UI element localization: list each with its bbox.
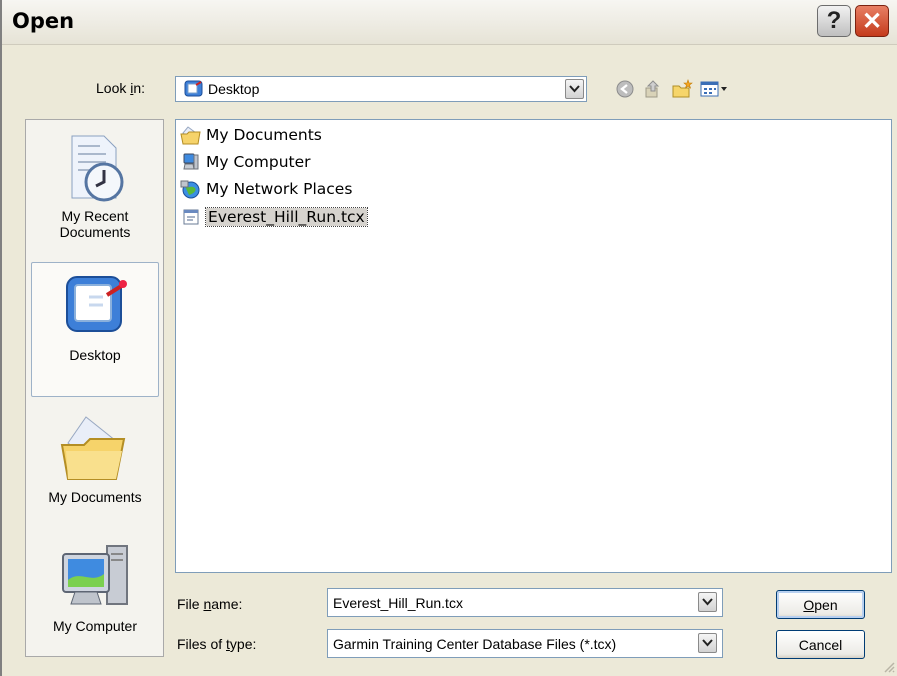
file-name: My Network Places: [206, 180, 353, 198]
list-item[interactable]: My Computer: [179, 151, 311, 173]
places-bar: My Recent Documents Desktop My Documents: [25, 119, 164, 657]
list-item[interactable]: Everest_Hill_Run.tcx: [179, 206, 368, 228]
place-my-recent-documents[interactable]: My Recent Documents: [31, 128, 159, 256]
look-in-value: Desktop: [208, 81, 260, 97]
cancel-button[interactable]: Cancel: [776, 630, 865, 659]
back-arrow-icon: [616, 80, 634, 98]
place-desktop[interactable]: Desktop: [31, 262, 159, 397]
chevron-down-icon: [569, 85, 580, 93]
place-my-computer[interactable]: My Computer: [31, 536, 159, 654]
title-bar[interactable]: Open ? ✕: [2, 0, 897, 45]
new-folder-icon: [672, 79, 693, 98]
dialog-title: Open: [12, 9, 75, 33]
file-name: My Computer: [206, 153, 311, 171]
chevron-down-icon: [702, 639, 713, 647]
file-name: Everest_Hill_Run.tcx: [205, 207, 368, 227]
list-item[interactable]: My Documents: [179, 124, 322, 146]
up-one-level-button[interactable]: [641, 78, 665, 100]
place-label-line1: My Computer: [52, 618, 138, 634]
recent-documents-icon: [71, 135, 124, 202]
place-label-line1: Desktop: [69, 347, 121, 363]
my-documents-folder-icon: [179, 125, 203, 145]
look-in-combobox[interactable]: Desktop: [175, 76, 587, 102]
file-name: My Documents: [206, 126, 322, 144]
my-documents-folder-icon: [60, 416, 126, 480]
create-new-folder-button[interactable]: [669, 78, 695, 100]
my-computer-icon: [179, 152, 203, 172]
place-label-line1: My Documents: [48, 489, 142, 505]
views-menu-icon: [700, 81, 727, 97]
files-of-type-label: Files of type:: [177, 636, 257, 652]
files-of-type-value: Garmin Training Center Database Files (*…: [333, 636, 617, 652]
place-label-line1: My Recent: [61, 208, 129, 224]
desktop-icon: [184, 80, 203, 97]
close-button[interactable]: ✕: [855, 5, 889, 37]
back-button[interactable]: [614, 78, 636, 100]
look-in-label: Look in:: [96, 80, 146, 96]
my-computer-icon: [62, 545, 128, 605]
file-name-input[interactable]: Everest_Hill_Run.tcx: [333, 595, 463, 611]
help-button[interactable]: ?: [817, 5, 851, 37]
close-icon: ✕: [861, 7, 883, 35]
open-dialog: Open ? ✕ Look in: Desktop My Recent Docu…: [0, 0, 897, 676]
files-of-type-dropdown-button[interactable]: [698, 633, 717, 653]
network-places-icon: [179, 179, 203, 199]
tcx-file-icon: [179, 207, 203, 227]
help-icon: ?: [826, 7, 842, 34]
list-item[interactable]: My Network Places: [179, 178, 352, 200]
file-name-dropdown-button[interactable]: [698, 592, 717, 612]
chevron-down-icon: [702, 598, 713, 606]
file-name-combobox[interactable]: Everest_Hill_Run.tcx: [327, 588, 723, 617]
file-name-label: File name:: [177, 596, 243, 612]
place-my-documents[interactable]: My Documents: [31, 405, 159, 525]
up-folder-icon: [645, 80, 660, 98]
files-of-type-combobox[interactable]: Garmin Training Center Database Files (*…: [327, 629, 723, 658]
open-button[interactable]: Open: [776, 590, 865, 619]
desktop-icon: [66, 276, 127, 332]
look-in-dropdown-button[interactable]: [565, 79, 584, 99]
views-menu-button[interactable]: [699, 78, 729, 100]
place-label-line2: Documents: [59, 224, 131, 240]
file-list[interactable]: My Documents My Computer My Network Plac…: [175, 119, 892, 573]
resize-grip-icon[interactable]: [882, 660, 896, 674]
